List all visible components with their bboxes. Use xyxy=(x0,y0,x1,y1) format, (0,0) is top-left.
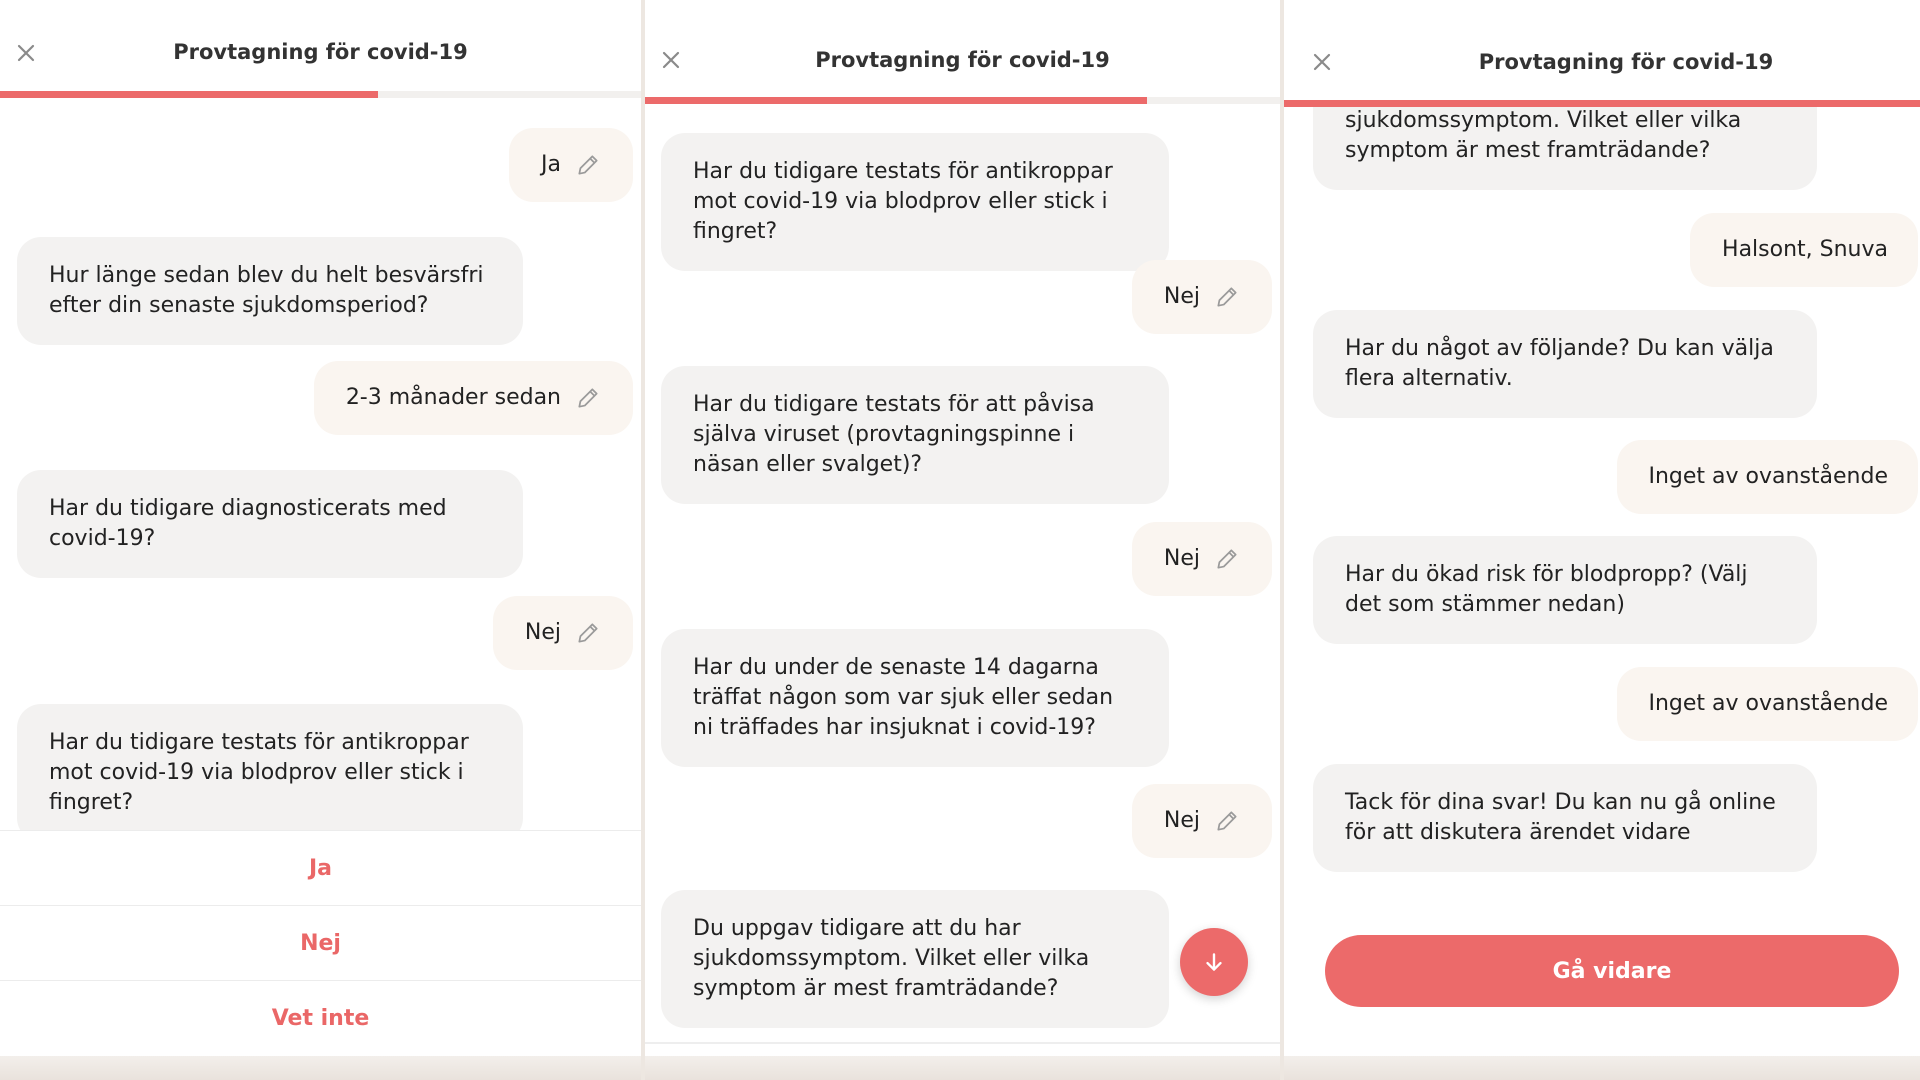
chat-panel-3: Provtagning för covid-19 sjukdomssymptom… xyxy=(1284,0,1920,1080)
message-text: Inget av ovanstående xyxy=(1648,691,1889,716)
bot-message-bubble: Tack för dina svar! Du kan nu gå online … xyxy=(1313,764,1817,872)
edit-pencil-icon[interactable] xyxy=(1214,808,1240,834)
arrow-down-icon xyxy=(1206,953,1222,971)
message-text: Har du under de senaste 14 dagarna träff… xyxy=(693,655,1114,740)
progress-bar xyxy=(1284,100,1920,107)
edit-pencil-icon[interactable] xyxy=(1214,546,1240,572)
message-text: Har du ökad risk för blodpropp? (Välj de… xyxy=(1345,562,1748,617)
edit-pencil-icon[interactable] xyxy=(575,385,601,411)
progress-bar-fill xyxy=(645,97,1147,104)
divider xyxy=(645,1042,1280,1044)
option-vet-inte[interactable]: Vet inte xyxy=(0,980,641,1055)
progress-bar xyxy=(645,97,1280,104)
user-answer-bubble[interactable]: 2-3 månader sedan xyxy=(313,361,633,435)
message-text: Halsont, Snuva xyxy=(1722,237,1888,262)
message-text: Tack för dina svar! Du kan nu gå online … xyxy=(1345,790,1776,845)
option-ja[interactable]: Ja xyxy=(0,830,641,905)
user-answer-bubble[interactable]: Nej xyxy=(1131,522,1272,596)
answer-options: Ja Nej Vet inte xyxy=(0,830,641,1055)
progress-bar-fill xyxy=(0,91,379,98)
page-title: Provtagning för covid-19 xyxy=(1478,50,1774,74)
message-text: Har du tidigare testats för att påvisa s… xyxy=(693,392,1095,477)
scroll-down-button[interactable] xyxy=(1180,928,1248,996)
bot-message-bubble: Har du tidigare diagnosticerats med covi… xyxy=(17,470,523,578)
progress-bar-fill xyxy=(1284,100,1920,107)
message-text: Nej xyxy=(1163,546,1200,571)
bot-message-bubble: Har du under de senaste 14 dagarna träff… xyxy=(661,629,1169,767)
page-title: Provtagning för covid-19 xyxy=(815,48,1110,72)
message-text: Nej xyxy=(1163,808,1200,833)
page-title: Provtagning för covid-19 xyxy=(173,40,468,64)
user-answer-bubble[interactable]: Ja xyxy=(509,128,633,202)
progress-bar xyxy=(0,91,641,98)
bot-message-bubble: Har du något av följande? Du kan välja f… xyxy=(1313,310,1817,418)
message-text: Har du tidigare testats för antikroppar … xyxy=(693,159,1113,244)
user-answer-bubble[interactable]: Inget av ovanstående xyxy=(1616,440,1918,514)
option-nej[interactable]: Nej xyxy=(0,905,641,980)
continue-button[interactable]: Gå vidare xyxy=(1325,935,1899,1007)
bot-message-bubble: Hur länge sedan blev du helt besvärsfri … xyxy=(17,237,523,345)
message-text: Har du något av följande? Du kan välja f… xyxy=(1345,336,1774,391)
edit-pencil-icon[interactable] xyxy=(575,152,601,178)
bot-message-bubble: Har du ökad risk för blodpropp? (Välj de… xyxy=(1313,536,1817,644)
bot-message-bubble: Har du tidigare testats för antikroppar … xyxy=(661,133,1169,271)
user-answer-bubble[interactable]: Nej xyxy=(492,596,633,670)
user-answer-bubble[interactable]: Inget av ovanstående xyxy=(1616,667,1918,741)
message-text: Nej xyxy=(1163,284,1200,309)
user-answer-bubble[interactable]: Halsont, Snuva xyxy=(1690,213,1918,287)
bot-message-bubble: Du uppgav tidigare att du har sjukdomssy… xyxy=(661,890,1169,1028)
message-text: Hur länge sedan blev du helt besvärsfri … xyxy=(49,263,484,318)
user-answer-bubble[interactable]: Nej xyxy=(1131,260,1272,334)
bot-message-bubble: Har du tidigare testats för antikroppar … xyxy=(17,704,523,842)
card-edge xyxy=(1284,1056,1920,1080)
chat-panel-1: Provtagning för covid-19 Ja Hur länge se… xyxy=(0,0,641,1080)
chat-header: Provtagning för covid-19 xyxy=(1284,0,1920,107)
message-text: Inget av ovanstående xyxy=(1648,464,1889,489)
bot-message-bubble: Har du tidigare testats för att påvisa s… xyxy=(661,366,1169,504)
message-text: Ja xyxy=(541,152,561,177)
chat-panel-2: Provtagning för covid-19 Har du tidigare… xyxy=(645,0,1280,1080)
message-text: Har du tidigare diagnosticerats med covi… xyxy=(49,496,447,551)
edit-pencil-icon[interactable] xyxy=(575,620,601,646)
user-answer-bubble[interactable]: Nej xyxy=(1131,784,1272,858)
edit-pencil-icon[interactable] xyxy=(1214,284,1240,310)
message-text: Du uppgav tidigare att du har sjukdomssy… xyxy=(693,916,1090,1001)
message-text: 2-3 månader sedan xyxy=(345,385,561,410)
message-text: Nej xyxy=(524,620,561,645)
close-icon[interactable] xyxy=(1310,50,1334,74)
message-text: Har du tidigare testats för antikroppar … xyxy=(49,730,469,815)
card-edge xyxy=(645,1056,1280,1080)
card-edge xyxy=(0,1056,641,1080)
chat-header: Provtagning för covid-19 xyxy=(0,0,641,100)
message-text: sjukdomssymptom. Vilket eller vilka symp… xyxy=(1345,108,1742,163)
chat-header: Provtagning för covid-19 xyxy=(645,0,1280,104)
